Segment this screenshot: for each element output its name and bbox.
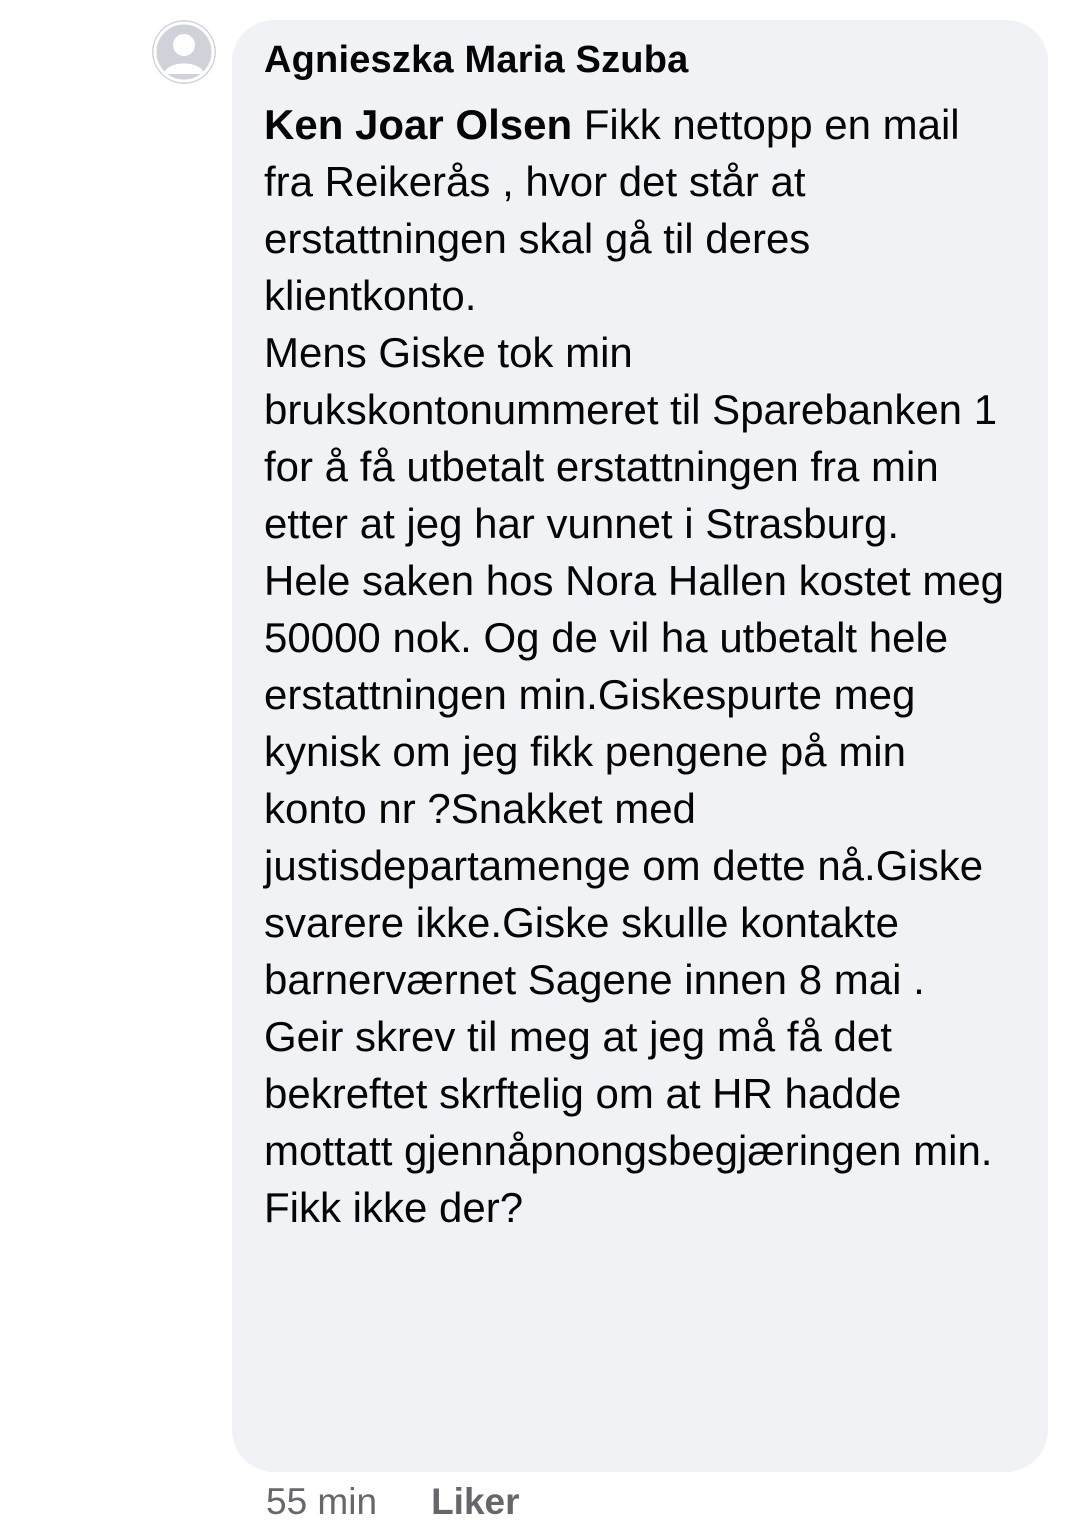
default-profile-avatar-icon [152, 20, 216, 84]
like-button[interactable]: Liker [431, 1482, 519, 1522]
comment-timestamp[interactable]: 55 min [266, 1482, 377, 1522]
comment-bubble: Agnieszka Maria Szuba Ken Joar Olsen Fik… [232, 20, 1048, 1472]
mention-link[interactable]: Ken Joar Olsen [264, 101, 572, 148]
comment-actions: 55 min Liker [266, 1482, 520, 1522]
avatar[interactable] [152, 20, 216, 84]
comment-body: Ken Joar Olsen Fikk nettopp en mail fra … [264, 96, 1018, 1236]
comment-author-name[interactable]: Agnieszka Maria Szuba [264, 38, 1018, 82]
comment-text: Fikk nettopp en mail fra Reikerås , hvor… [264, 101, 1005, 1231]
